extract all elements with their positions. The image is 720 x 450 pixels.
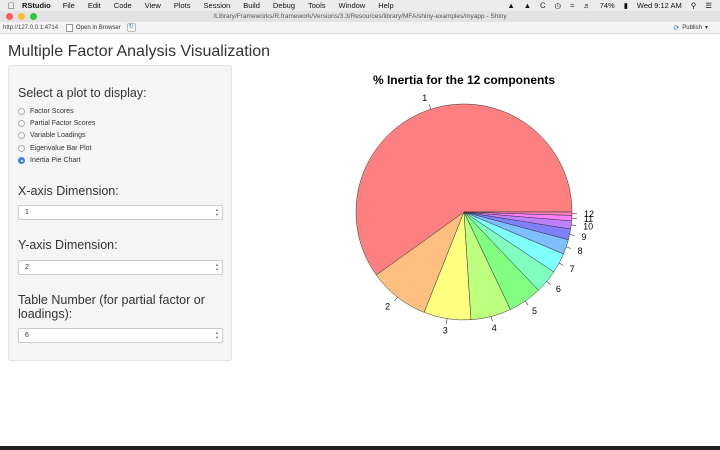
inertia-pie-chart: % Inertia for the 12 components 123 45678… [355, 73, 594, 336]
timemachine-icon[interactable]: ◷ [555, 1, 562, 10]
drive-icon[interactable]: ▲ [524, 1, 531, 10]
zoom-window-button[interactable] [30, 13, 37, 20]
radio-label: Factor Scores [30, 108, 74, 115]
menu-window[interactable]: Window [339, 1, 366, 10]
radio-circle[interactable] [18, 108, 25, 115]
pie-tick-2 [394, 296, 398, 302]
pie-tick-6 [546, 281, 551, 285]
table-number-label: Table Number (for partial factor or load… [18, 293, 205, 321]
pie-tick-5 [524, 300, 529, 306]
open-in-browser-label: Open in Browser [76, 24, 121, 31]
spinner-icon[interactable]: ▲ ▼ [215, 330, 219, 340]
battery-icon[interactable]: ▮ [624, 1, 628, 10]
menu-session[interactable]: Session [204, 1, 231, 10]
menu-edit[interactable]: Edit [88, 1, 101, 10]
pie-label-3: 3 [443, 326, 448, 336]
pie-tick-3 [446, 318, 448, 324]
pie-tick-1 [429, 104, 432, 110]
table-number-value: 6 [25, 332, 29, 339]
browser-icon [66, 23, 74, 32]
pie-label-5: 5 [532, 306, 537, 316]
dock-edge [0, 446, 720, 450]
radio-factor-scores[interactable]: Factor Scores [18, 108, 74, 115]
pie-label-4: 4 [492, 323, 497, 333]
pie-tick-8 [566, 246, 572, 249]
minimize-window-button[interactable] [18, 13, 25, 20]
app-menu[interactable]: RStudio [22, 1, 51, 10]
sidebar-panel: Select a plot to display: Factor Scores … [8, 65, 232, 361]
spotlight-icon[interactable]: ⚲ [691, 1, 697, 10]
radio-label: Partial Factor Scores [30, 120, 96, 127]
menu-help[interactable]: Help [378, 1, 393, 10]
apple-icon[interactable]:  [0, 1, 22, 11]
window-controls [6, 13, 37, 20]
radio-label: Variable Loadings [30, 132, 86, 139]
pie-tick-4 [490, 316, 493, 322]
volume-icon[interactable]: ♬ [583, 1, 591, 10]
window-titlebar: /Library/Frameworks/R.framework/Versions… [0, 11, 720, 22]
dropbox-icon[interactable]: ▲ [507, 1, 514, 10]
menu-code[interactable]: Code [114, 1, 132, 10]
menu-view[interactable]: View [145, 1, 161, 10]
radio-circle[interactable] [18, 132, 25, 139]
chevron-down-icon: ▾ [704, 25, 708, 31]
mac-menubar:  RStudio File Edit Code View Plots Sess… [0, 0, 720, 11]
viewer-toolbar: http://127.0.0.1:4714 Open in Browser ↻ … [0, 22, 720, 34]
pie-label-12: 12 [584, 209, 594, 219]
menu-debug[interactable]: Debug [273, 1, 295, 10]
plot-select-label: Select a plot to display: [18, 86, 147, 100]
radio-circle[interactable] [18, 145, 25, 152]
window-title: /Library/Frameworks/R.framework/Versions… [213, 13, 507, 20]
radio-variable-loadings[interactable]: Variable Loadings [18, 132, 86, 139]
clock[interactable]: Wed 9:12 AM [637, 1, 682, 10]
menu-file[interactable]: File [63, 1, 75, 10]
menu-build[interactable]: Build [243, 1, 260, 10]
notification-icon[interactable]: ☰ [705, 1, 712, 10]
radio-inertia-pie-chart[interactable]: Inertia Pie Chart [18, 157, 81, 164]
pie-tick-9 [569, 234, 575, 236]
y-axis-label: Y-axis Dimension: [18, 238, 118, 252]
publish-icon: ⟳ [673, 24, 680, 32]
wifi-icon[interactable]: ≈ [570, 1, 574, 10]
pie-label-9: 9 [581, 232, 586, 242]
pie-tick-7 [558, 262, 564, 266]
radio-label: Inertia Pie Chart [30, 157, 81, 164]
refresh-icon[interactable]: ↻ [126, 23, 136, 32]
x-axis-value: 1 [25, 209, 29, 216]
menu-tools[interactable]: Tools [308, 1, 326, 10]
radio-circle-selected[interactable] [18, 157, 25, 164]
publish-button[interactable]: ⟳ Publish ▾ [673, 24, 708, 32]
close-window-button[interactable] [6, 13, 13, 20]
page-title: Multiple Factor Analysis Visualization [8, 43, 271, 60]
x-axis-label: X-axis Dimension: [18, 184, 119, 198]
menu-plots[interactable]: Plots [174, 1, 191, 10]
radio-partial-factor-scores[interactable]: Partial Factor Scores [18, 120, 95, 127]
pie-label-1: 1 [422, 93, 427, 103]
spinner-icon[interactable]: ▲ ▼ [215, 207, 219, 217]
chart-title: % Inertia for the 12 components [373, 73, 555, 87]
pie-label-6: 6 [556, 284, 561, 294]
y-axis-input[interactable]: 2 ▲ ▼ [18, 260, 223, 275]
app-url: http://127.0.0.1:4714 [3, 24, 59, 31]
radio-label: Eigenvalue Bar Plot [30, 145, 92, 152]
spinner-icon[interactable]: ▲ ▼ [215, 262, 219, 272]
pie-tick-10 [571, 224, 577, 226]
pie-label-7: 7 [570, 264, 575, 274]
radio-eigenvalue-bar-plot[interactable]: Eigenvalue Bar Plot [18, 145, 91, 152]
pie-label-2: 2 [385, 302, 390, 312]
bluetooth-icon[interactable]: Ꮯ [540, 1, 545, 11]
publish-label: Publish [682, 24, 702, 31]
open-in-browser-button[interactable]: Open in Browser [66, 23, 121, 32]
radio-circle[interactable] [18, 120, 25, 127]
battery-percent[interactable]: 74% [600, 1, 615, 10]
x-axis-input[interactable]: 1 ▲ ▼ [18, 205, 223, 220]
pie-label-8: 8 [578, 246, 583, 256]
table-number-input[interactable]: 6 ▲ ▼ [18, 328, 223, 343]
y-axis-value: 2 [25, 264, 29, 271]
